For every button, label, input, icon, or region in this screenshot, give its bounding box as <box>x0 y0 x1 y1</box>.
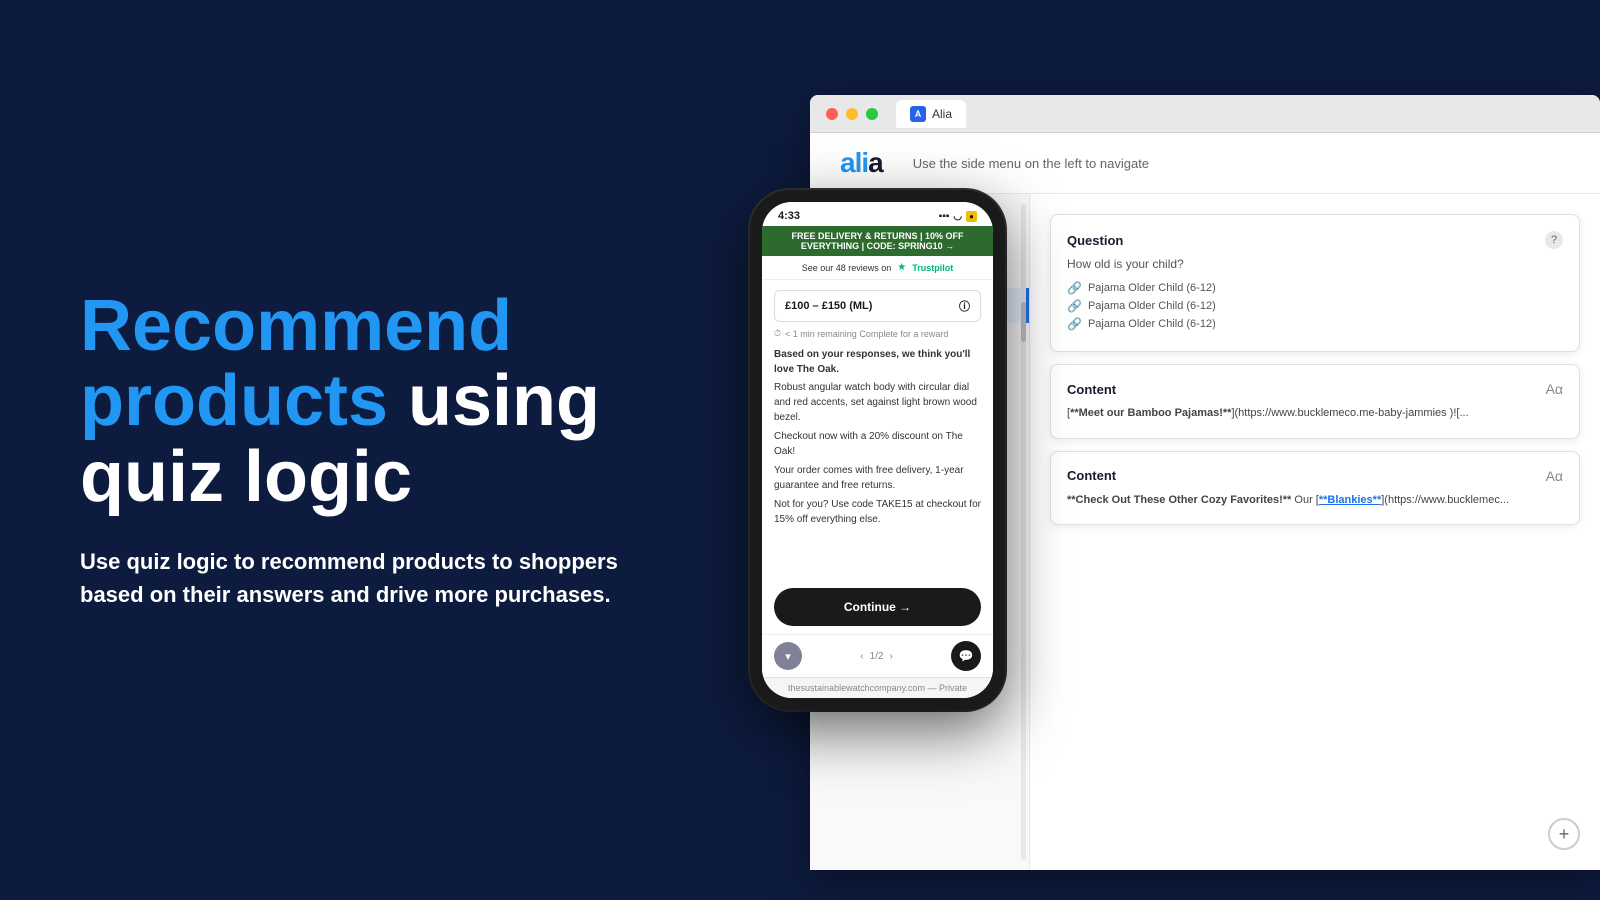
headline: Recommend products using quiz logic <box>80 289 670 516</box>
chat-button[interactable]: 💬 <box>951 641 981 671</box>
product-desc-4: Not for you? Use code TAKE15 at checkout… <box>774 497 981 527</box>
format-icon-2[interactable]: Aα <box>1546 468 1563 484</box>
alia-nav-hint: Use the side menu on the left to navigat… <box>913 156 1149 171</box>
status-icons: ▪▪▪ ◡ ● <box>939 211 977 222</box>
info-icon: ⓘ <box>959 298 970 314</box>
headline-recommend: Recommend <box>80 286 512 366</box>
alia-header: alia Use the side menu on the left to na… <box>810 133 1600 194</box>
scroll-track <box>1021 204 1026 860</box>
product-description: Based on your responses, we think you'll… <box>774 347 981 527</box>
content-card-2-header: Content Aα <box>1067 468 1563 484</box>
detail-panel: Question ? How old is your child? 🔗 Paja… <box>1030 194 1600 870</box>
page-indicator: 1/2 <box>870 651 884 662</box>
link-icon-3: 🔗 <box>1067 317 1082 331</box>
product-selector[interactable]: £100 – £150 (ML) ⓘ <box>774 290 981 322</box>
progress-line: ⏱ < 1 min remaining Complete for a rewar… <box>774 328 981 339</box>
link-icon-1: 🔗 <box>1067 281 1082 295</box>
question-card-title: Question <box>1067 233 1123 248</box>
prev-arrow[interactable]: ‹ <box>860 651 863 662</box>
scroll-thumb <box>1021 302 1026 342</box>
alia-tab-icon: A <box>910 106 926 122</box>
phone-promo-bar: FREE DELIVERY & RETURNS | 10% OFF EVERYT… <box>762 226 993 256</box>
phone-url-bar: thesustainablewatchcompany.com — Private <box>762 677 993 698</box>
question-tag-3: 🔗 Pajama Older Child (6-12) <box>1067 317 1563 331</box>
content-card-1-text: [**Meet our Bamboo Pajamas!**](https://w… <box>1067 405 1563 422</box>
content-card-1-title: Content <box>1067 382 1116 397</box>
content-card-2: Content Aα **Check Out These Other Cozy … <box>1050 451 1580 526</box>
link-icon-2: 🔗 <box>1067 299 1082 313</box>
progress-text: < 1 min remaining Complete for a reward <box>785 329 948 339</box>
alia-logo: alia <box>840 147 883 179</box>
phone-time: 4:33 <box>778 210 800 222</box>
product-range: £100 – £150 (ML) <box>785 300 872 312</box>
phone-review-bar: See our 48 reviews on ★ Trustpilot <box>762 256 993 280</box>
product-title: Based on your responses, we think you'll… <box>774 347 981 377</box>
subtext: Use quiz logic to recommend products to … <box>80 545 660 611</box>
headline-quiz-logic: quiz logic <box>80 437 412 517</box>
right-section: A Alia alia Use the side menu on the lef… <box>750 0 1600 900</box>
add-content-button[interactable]: + <box>1548 818 1580 850</box>
url-text: thesustainablewatchcompany.com — Private <box>788 683 967 693</box>
clock-icon: ⏱ <box>774 328 781 339</box>
signal-icon: ▪▪▪ <box>939 211 950 222</box>
phone-bottom-bar: ▾ ‹ 1/2 › 💬 <box>762 634 993 677</box>
chevron-down-icon[interactable]: ▾ <box>774 642 802 670</box>
left-section: Recommend products using quiz logic Use … <box>0 229 750 672</box>
phone-continue-button[interactable]: Continue → <box>774 588 981 626</box>
nav-dots: ‹ 1/2 › <box>860 651 893 662</box>
browser-tab-label: Alia <box>932 107 952 121</box>
browser-toolbar: A Alia <box>810 95 1600 133</box>
question-card-header: Question ? <box>1067 231 1563 249</box>
headline-products: products <box>80 361 388 441</box>
phone-status-bar: 4:33 ▪▪▪ ◡ ● <box>762 202 993 226</box>
browser-minimize-dot[interactable] <box>846 108 858 120</box>
star-icon: ★ <box>897 262 906 273</box>
content-card-2-title: Content <box>1067 468 1116 483</box>
trustpilot-logo: Trustpilot <box>912 263 953 273</box>
review-text: See our 48 reviews on <box>802 263 892 273</box>
product-desc-1: Robust angular watch body with circular … <box>774 380 981 425</box>
question-tag-1: 🔗 Pajama Older Child (6-12) <box>1067 281 1563 295</box>
next-arrow[interactable]: › <box>889 651 892 662</box>
phone-mockup: 4:33 ▪▪▪ ◡ ● FREE DELIVERY & RETURNS | 1… <box>750 190 1005 710</box>
promo-text: FREE DELIVERY & RETURNS | 10% OFF EVERYT… <box>791 231 963 251</box>
phone-screen: 4:33 ▪▪▪ ◡ ● FREE DELIVERY & RETURNS | 1… <box>762 202 993 698</box>
content-card-1-header: Content Aα <box>1067 381 1563 397</box>
phone-product-section: £100 – £150 (ML) ⓘ ⏱ < 1 min remaining C… <box>762 280 993 588</box>
product-desc-2: Checkout now with a 20% discount on The … <box>774 429 981 459</box>
content-card-1: Content Aα [**Meet our Bamboo Pajamas!**… <box>1050 364 1580 439</box>
wifi-icon: ◡ <box>953 211 962 222</box>
content-card-2-text: **Check Out These Other Cozy Favorites!*… <box>1067 492 1563 509</box>
browser-maximize-dot[interactable] <box>866 108 878 120</box>
browser-close-dot[interactable] <box>826 108 838 120</box>
browser-tab[interactable]: A Alia <box>896 100 966 128</box>
question-text: How old is your child? <box>1067 257 1563 271</box>
phone-container: 4:33 ▪▪▪ ◡ ● FREE DELIVERY & RETURNS | 1… <box>750 190 1005 710</box>
format-icon-1[interactable]: Aα <box>1546 381 1563 397</box>
battery-icon: ● <box>966 211 977 222</box>
question-card: Question ? How old is your child? 🔗 Paja… <box>1050 214 1580 352</box>
question-tag-2: 🔗 Pajama Older Child (6-12) <box>1067 299 1563 313</box>
headline-using: using <box>388 361 600 441</box>
question-help-icon[interactable]: ? <box>1545 231 1563 249</box>
product-desc-3: Your order comes with free delivery, 1-y… <box>774 463 981 493</box>
